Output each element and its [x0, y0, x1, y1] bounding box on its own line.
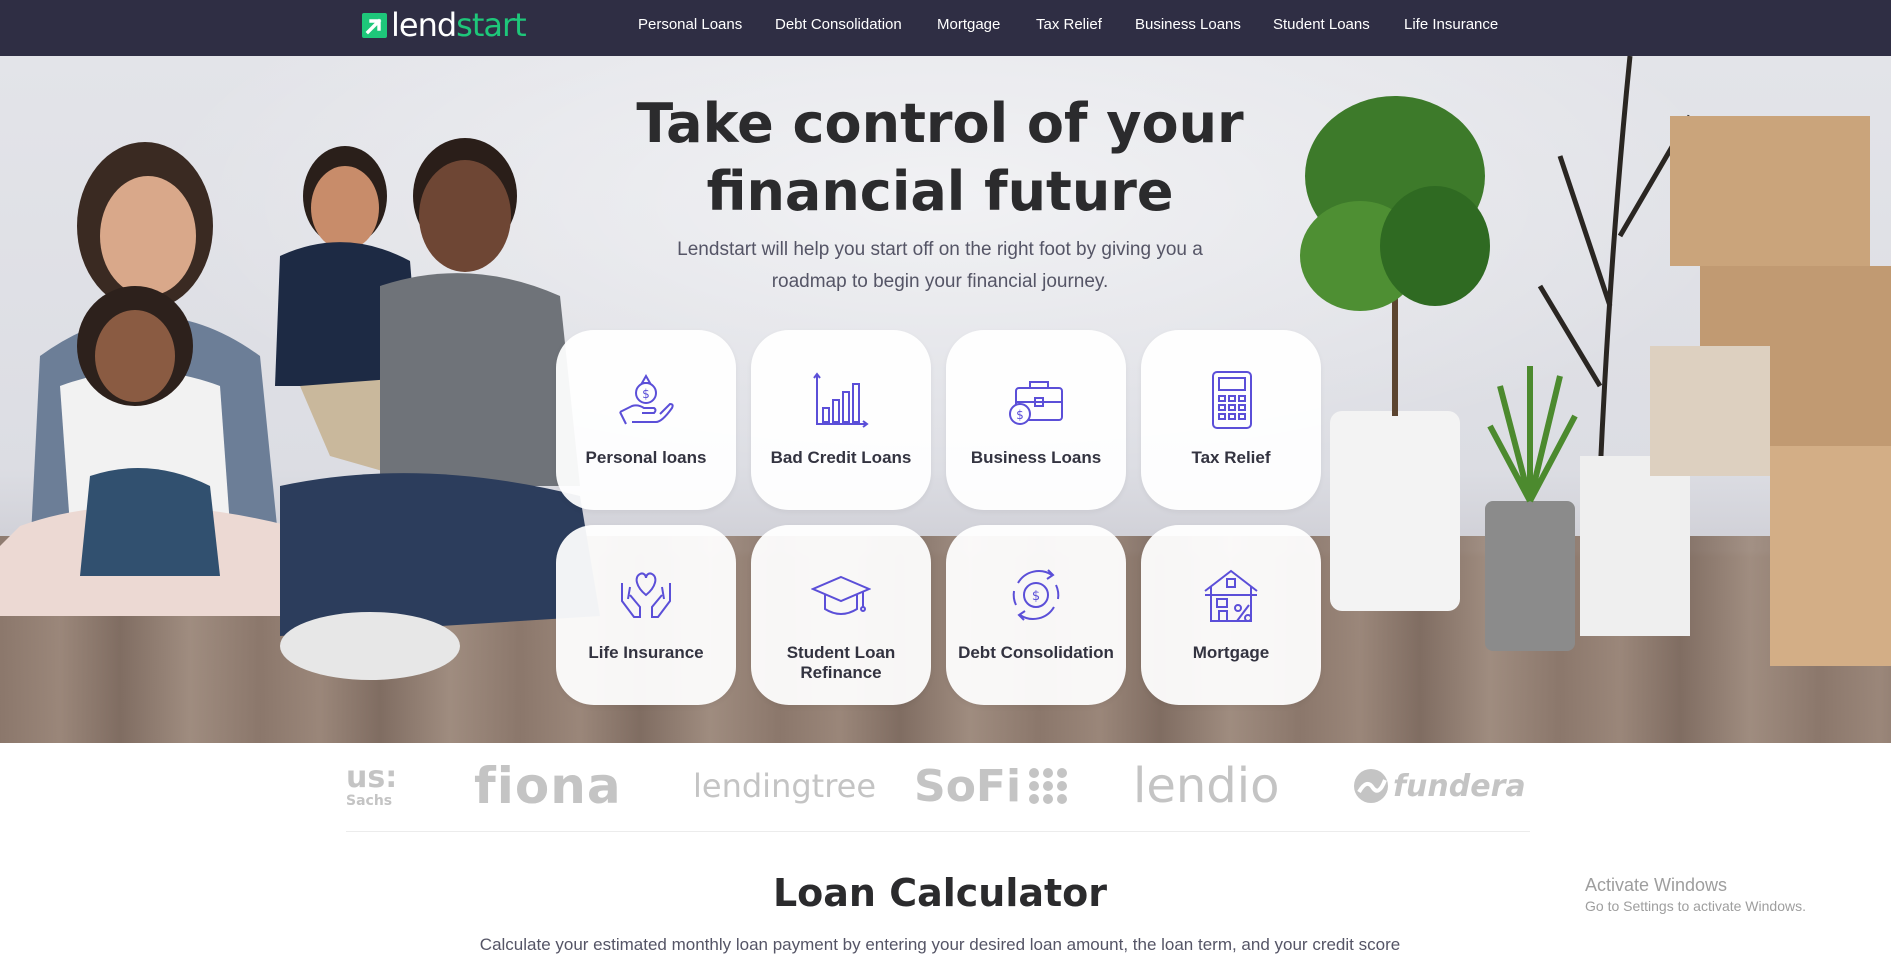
windows-activation-watermark: Activate Windows Go to Settings to activ… [1585, 874, 1875, 916]
partner-logo-fundera: fundera [1353, 752, 1526, 820]
house-percent-icon [1204, 569, 1258, 622]
money-bag-hand-icon: $ [619, 373, 674, 425]
card-label: Business Loans [970, 448, 1102, 467]
card-label: Life Insurance [588, 643, 704, 662]
loan-calculator-title: Loan Calculator [772, 871, 1108, 915]
logo-text-lend: lend [391, 6, 457, 44]
nav-link-business-loans[interactable]: Business Loans [1135, 14, 1241, 36]
briefcase-coin-icon: $ [1009, 381, 1063, 425]
section-divider [346, 831, 1530, 832]
partner-logo-text: SoFi [914, 760, 1022, 812]
card-tax-relief[interactable]: Tax Relief [1141, 330, 1321, 510]
partner-logo-subtext: Sachs [346, 793, 393, 809]
card-personal-loans[interactable]: $ Personal loans [556, 330, 736, 510]
card-life-insurance[interactable]: Life Insurance [556, 525, 736, 705]
partner-logo-lendingtree: lendingtree [693, 767, 877, 805]
svg-text:$: $ [1032, 589, 1040, 604]
partner-logo-sofi: SoFi [914, 752, 1071, 820]
nav-link-student-loans[interactable]: Student Loans [1273, 14, 1370, 36]
card-label: Mortgage [1192, 643, 1270, 662]
watermark-subtitle: Go to Settings to activate Windows. [1585, 898, 1806, 914]
hero-subtitle: Lendstart will help you start off on the… [677, 239, 1203, 292]
fundera-swirl-icon [1354, 769, 1388, 803]
watermark-title: Activate Windows [1585, 875, 1728, 895]
card-label: Student Loan Refinance [786, 643, 896, 682]
logo-wordmark: lendstart [391, 6, 527, 44]
nav-link-mortgage[interactable]: Mortgage [937, 14, 1000, 36]
card-business-loans[interactable]: $ Business Loans [946, 330, 1126, 510]
svg-text:$: $ [1016, 408, 1024, 422]
sofi-dots-icon [1029, 768, 1068, 804]
top-navigation-bar: lendstart Personal Loans Debt Consolidat… [0, 0, 1891, 56]
nav-link-tax-relief[interactable]: Tax Relief [1036, 14, 1102, 36]
card-label: Personal loans [585, 448, 707, 467]
partner-logo-text: fundera [1393, 768, 1526, 804]
card-bad-credit-loans[interactable]: Bad Credit Loans [751, 330, 931, 510]
dollar-cycle-icon: $ [1012, 569, 1060, 621]
room-decor-illustration [1300, 56, 1891, 666]
logo-text-start: start [456, 6, 527, 44]
card-mortgage[interactable]: Mortgage [1141, 525, 1321, 705]
logo-arrow-icon [362, 12, 387, 38]
card-student-loan-refinance[interactable]: Student Loan Refinance [751, 525, 931, 705]
loan-category-grid: $ Personal loans Bad Credit Loans $ Busi… [556, 330, 1322, 705]
graduation-cap-icon [811, 575, 871, 615]
card-debt-consolidation[interactable]: $ Debt Consolidation [946, 525, 1126, 705]
partner-logo-fiona: fiona [474, 757, 622, 815]
nav-link-personal-loans[interactable]: Personal Loans [638, 14, 742, 36]
card-label: Tax Relief [1191, 448, 1271, 467]
partner-logos-strip: us: Sachs fiona lendingtree SoFi lendio … [346, 752, 1530, 832]
heart-hands-icon [621, 572, 671, 618]
hero-title-line1: Take control of your [636, 92, 1244, 155]
card-label: Debt Consolidation [958, 643, 1114, 662]
calculator-icon [1212, 371, 1252, 429]
bar-chart-icon [813, 372, 869, 428]
partner-logo-text: us: [346, 760, 398, 795]
hero-section: Take control of your financial future Le… [0, 56, 1891, 743]
loan-calculator-description: Calculate your estimated monthly loan pa… [479, 935, 1401, 954]
partner-logo-goldman-sachs: us: Sachs [346, 752, 397, 820]
nav-link-life-insurance[interactable]: Life Insurance [1404, 14, 1498, 36]
hero-title: Take control of your financial future [560, 90, 1320, 226]
nav-link-debt-consolidation[interactable]: Debt Consolidation [775, 14, 902, 36]
card-label: Bad Credit Loans [770, 448, 912, 467]
family-illustration [0, 138, 600, 680]
partner-logo-lendio: lendio [1133, 758, 1280, 814]
hero-title-line2: financial future [706, 160, 1174, 223]
svg-text:$: $ [642, 387, 650, 401]
lendstart-logo[interactable]: lendstart [362, 6, 527, 44]
